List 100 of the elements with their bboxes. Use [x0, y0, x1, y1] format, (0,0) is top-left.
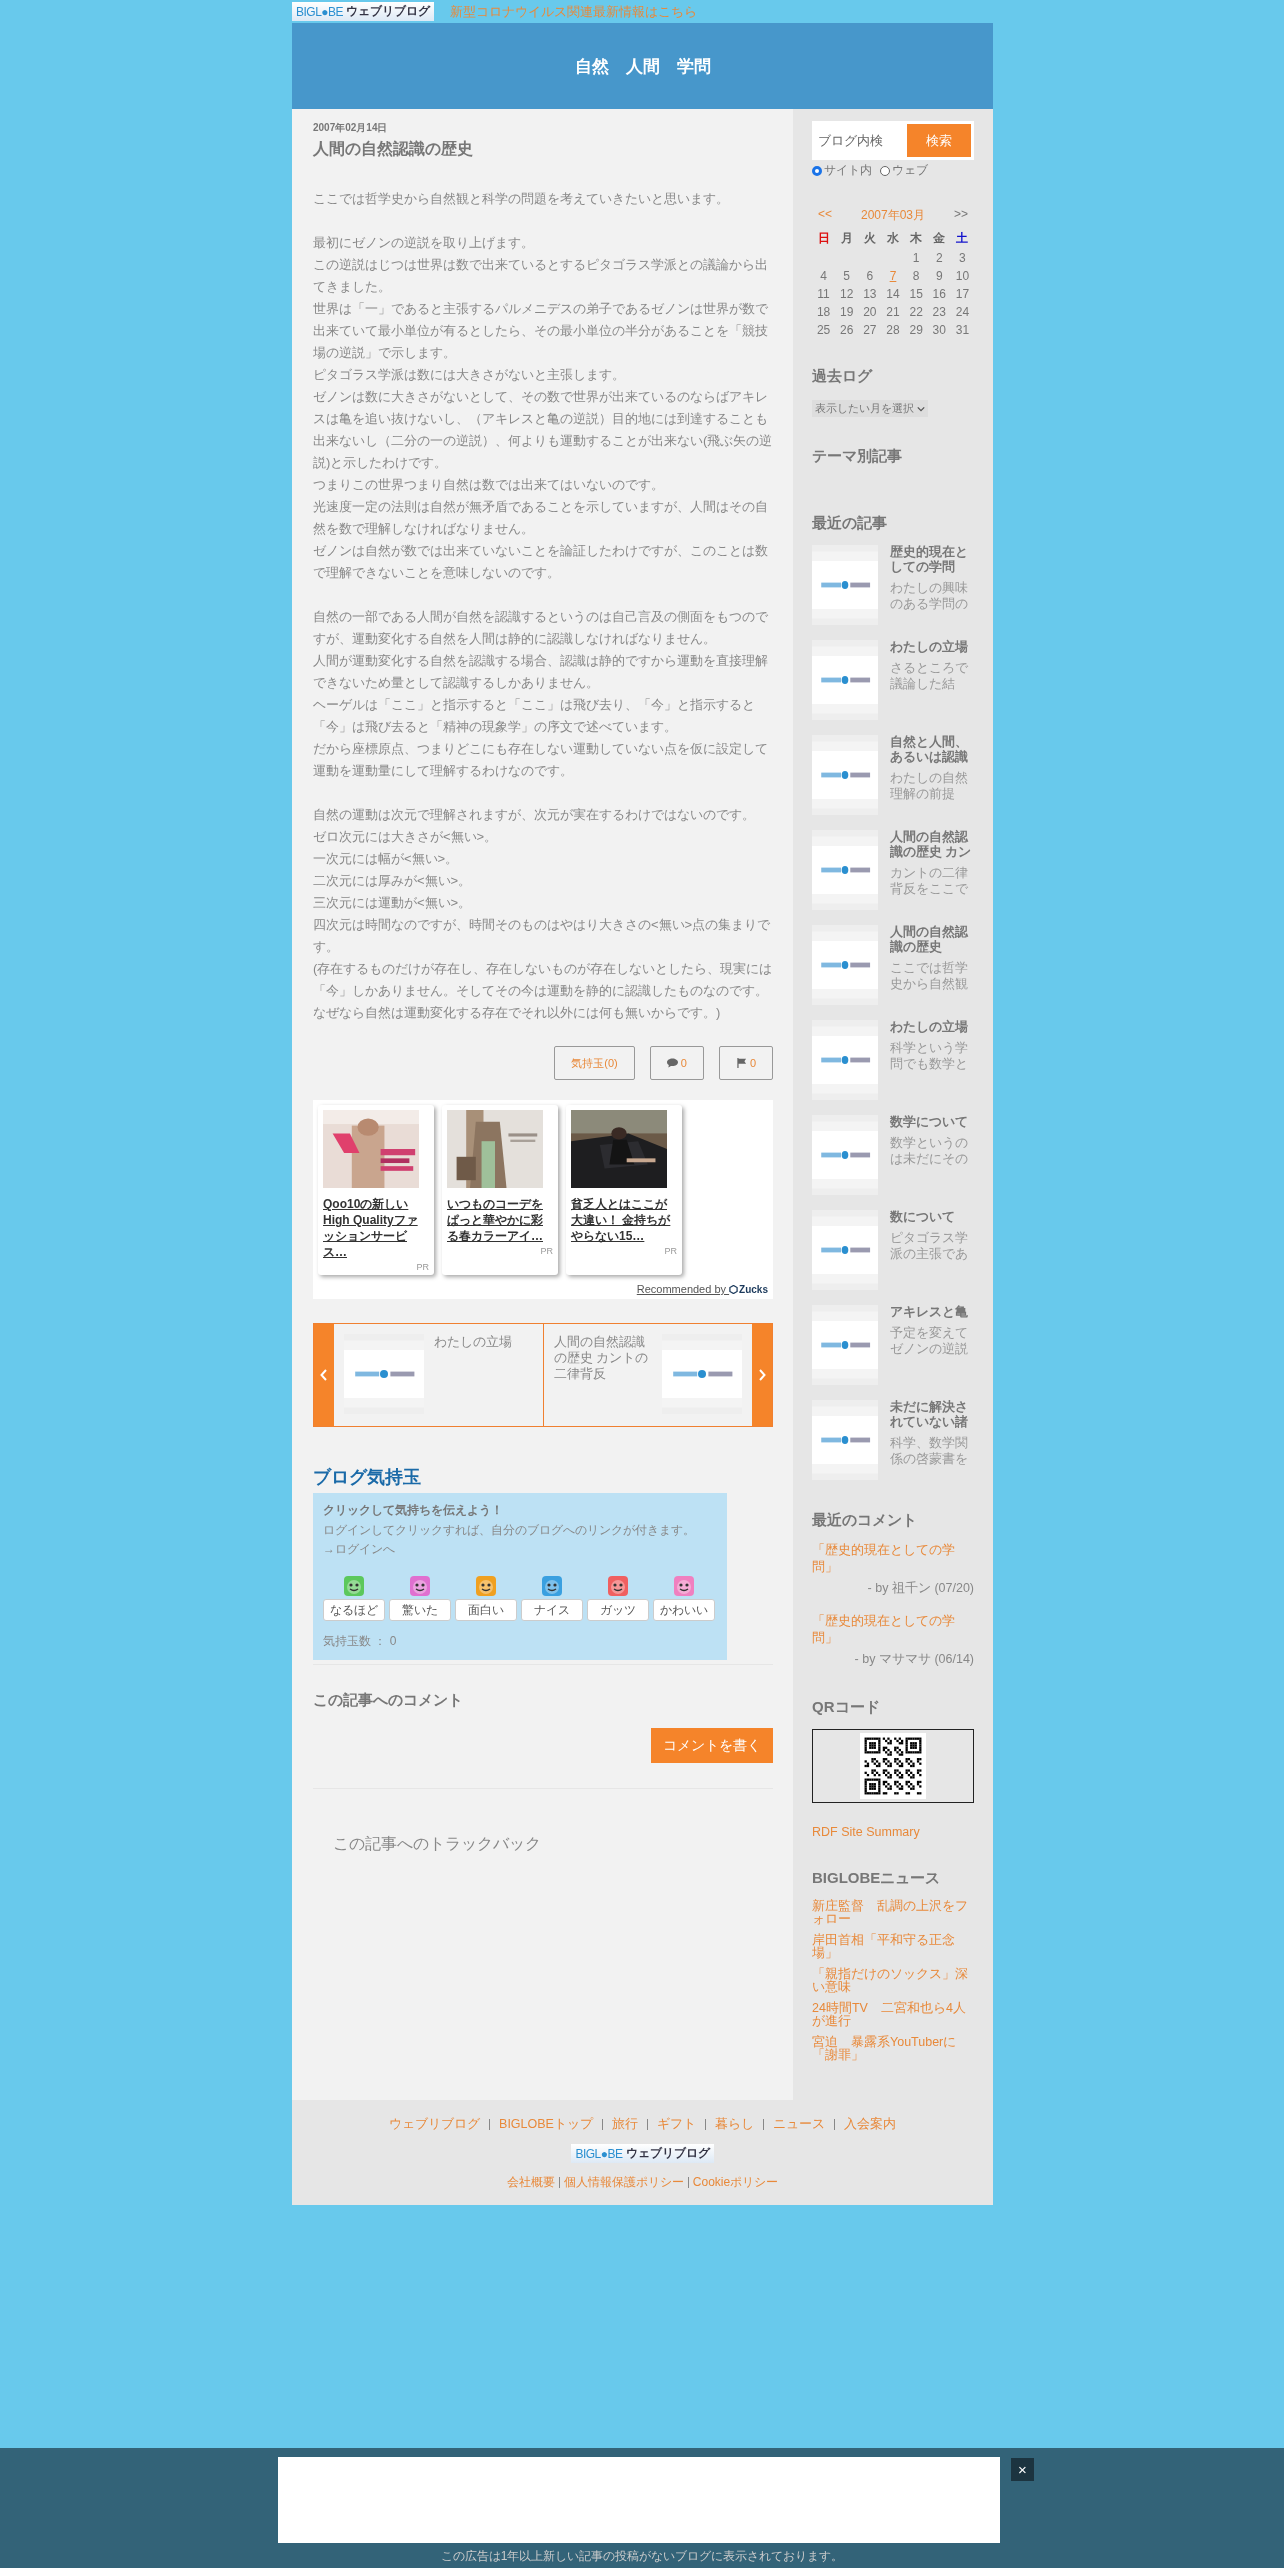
search-field[interactable]: ブログ内検 [812, 121, 904, 160]
comment-link[interactable]: 「歴史的現在としての学問」 [812, 1613, 974, 1647]
kimochi-button[interactable]: ガッツ [587, 1599, 649, 1621]
footer-link[interactable]: ウェブリブログ [380, 2116, 490, 2133]
post-link[interactable]: 自然と人間、あるいは認識 [890, 735, 972, 765]
search-button[interactable]: 検索 [904, 121, 974, 160]
calendar-day: 5 [835, 269, 859, 283]
calendar-day[interactable]: 7 [881, 269, 905, 283]
weekday-label: 日 [816, 230, 831, 247]
next-month-link[interactable]: >> [953, 207, 968, 224]
zucks-logo[interactable]: Zucks [739, 1283, 768, 1295]
previous-button[interactable] [314, 1324, 334, 1426]
post-text: ここでは哲学史から自然観と科学の問題を考えていきたいと思います。 [313, 190, 730, 208]
post-text: だから座標原点、つまりどこにも存在しない運動していない点を仮に設定して運動を運動量にして理解するわけなのです。 [313, 740, 769, 780]
calendar-day: 9 [927, 269, 951, 283]
kimochi-button[interactable]: かわいい [653, 1599, 715, 1621]
post-link[interactable]: 数学について [890, 1115, 972, 1130]
write-comment-button[interactable]: コメントを書く [651, 1728, 773, 1763]
ad-card[interactable]: Qoo10の新しいHigh Qualityファッションサービス… PR [318, 1105, 434, 1275]
news-link[interactable]: 24時間TV 二宮和也ら4人が進行 [812, 2002, 974, 2028]
post-link[interactable]: 歴史的現在としての学問 [890, 545, 972, 575]
calendar-day: 20 [858, 305, 882, 319]
login-link[interactable]: →ログインへ [323, 1541, 717, 1558]
policy-link[interactable]: 個人情報保護ポリシー [558, 2177, 688, 2188]
kimochi-button[interactable]: 驚いた [389, 1599, 451, 1621]
action-button[interactable]: 0 [649, 1046, 704, 1080]
post-text: ピタゴラス学派は数には大きさがないと主張します。 [313, 366, 626, 384]
calendar-day: 3 [950, 251, 974, 265]
post-link[interactable]: アキレスと亀 [890, 1305, 972, 1320]
ad-card[interactable]: いつものコーデをぱっと華やかに彩る春カラーアイ… PR [442, 1105, 558, 1275]
post-excerpt: 数学というのは未だにその [890, 1135, 969, 1167]
action-button[interactable]: 気持玉(0) [554, 1046, 635, 1080]
next-button[interactable] [752, 1324, 772, 1426]
recommended-link[interactable]: Recommended by [636, 1283, 730, 1295]
section-title: この記事へのコメント [313, 1691, 464, 1710]
speech-bubble-icon [666, 1058, 678, 1068]
action-button[interactable]: 0 [718, 1046, 773, 1080]
footer-link[interactable]: 入会案内 [833, 2119, 905, 2130]
calendar-day: 25 [812, 323, 836, 337]
calendar-day: 21 [881, 305, 905, 319]
ad-title[interactable]: 貧乏人とはここが大違い！ 金持ちがやらない15… [571, 1196, 677, 1244]
footer-link[interactable]: 旅行 [601, 2119, 647, 2130]
kimochi-button[interactable]: 面白い [455, 1599, 517, 1621]
post-text: 人間が運動変化する自然を認識する場合、認識は静的ですから運動を直接理解できないため量として認識するしかありません。 [313, 652, 769, 692]
post-text: ゼロ次元には大きさが<無い>。 [313, 828, 499, 846]
post-text: 二次元には厚みが<無い>。 [313, 872, 473, 890]
post-text: ヘーゲルは「ここ」と指示すると「ここ」は飛び去り、「今」と指示すると「今」は飛び去ると「精神の現象学」の序文で述べています。 [313, 696, 756, 736]
calendar-day: 28 [881, 323, 905, 337]
rss-link[interactable]: RDF Site Summary [812, 1825, 974, 1839]
scope-radio[interactable]: サイト内 [812, 162, 872, 179]
chevron-right-icon [758, 1369, 766, 1381]
footer-link[interactable]: ニュース [762, 2119, 834, 2130]
post-excerpt: ピタゴラス学派の主張であ [890, 1230, 969, 1262]
kimochi-button[interactable]: なるほど [323, 1599, 385, 1621]
post-link[interactable]: 数について [890, 1210, 972, 1225]
news-link[interactable]: 「親指だけのソックス」深い意味 [812, 1968, 974, 1994]
policy-link[interactable]: 会社概要 [502, 2174, 559, 2191]
close-button[interactable]: × [1011, 2458, 1034, 2481]
post-link[interactable]: 人間の自然認識の歴史 カン [890, 830, 972, 860]
post-link[interactable]: 人間の自然認識の歴史 [890, 925, 972, 955]
kimochi-lead: クリックして気持ちを伝えよう！ [323, 1502, 504, 1519]
news-link[interactable]: 宮迫 暴露系YouTuberに「謝罪」 [812, 2036, 974, 2062]
previous-month-link[interactable]: << [818, 207, 832, 224]
flag-icon [735, 1058, 747, 1068]
scope-radio[interactable]: ウェブ [880, 162, 928, 179]
pr-label: PR [416, 1262, 429, 1272]
calendar-day: 13 [858, 287, 882, 301]
policy-link[interactable]: Cookieポリシー [687, 2177, 783, 2188]
post-date: 2007年02月14日 [313, 121, 389, 135]
footer-link[interactable]: ギフト [646, 2119, 705, 2130]
pr-label: PR [664, 1246, 677, 1256]
post-link[interactable]: わたしの立場 [890, 640, 972, 655]
footer-logo[interactable]: BIGL●BE ウェブリブログ [571, 2144, 714, 2163]
calendar-day: 19 [835, 305, 859, 319]
news-link[interactable]: 岸田首相「平和守る正念場」 [812, 1934, 974, 1960]
blog-title[interactable]: 自然 人間 学問 [574, 54, 711, 78]
ad-title[interactable]: Qoo10の新しいHigh Qualityファッションサービス… [323, 1196, 429, 1260]
calendar-day: 24 [950, 305, 974, 319]
post-link[interactable]: わたしの立場 [890, 1020, 972, 1035]
month-select[interactable]: 表示したい月を選択 [812, 400, 928, 417]
blog-logo[interactable]: BIGL●BE ウェブリブログ [292, 2, 435, 21]
calendar-day: 16 [927, 287, 951, 301]
calendar-day: 6 [858, 269, 882, 283]
footer-link[interactable]: BIGLOBEトップ [489, 2119, 602, 2130]
post-excerpt: わたしの自然理解の前提 [890, 770, 969, 802]
ad-card[interactable]: 貧乏人とはここが大違い！ 金持ちがやらない15… PR [566, 1105, 682, 1275]
news-link[interactable]: 新庄監督 乱調の上沢をフォロー [812, 1900, 974, 1926]
kimochi-button[interactable]: ナイス [521, 1599, 583, 1621]
ad-title[interactable]: いつものコーデをぱっと華やかに彩る春カラーアイ… [447, 1196, 553, 1244]
post-text: この逆説はじつは世界は数で出来ているとするピタゴラス学派との議論から出てきました。 [313, 256, 769, 296]
post-text: 一次元には幅が<無い>。 [313, 850, 460, 868]
sidebar-heading: BIGLOBEニュース [812, 1869, 942, 1888]
weekday-label: 火 [862, 230, 877, 247]
post-text: 自然の一部である人間が自然を認識するというのは自己言及の側面をもつのですが、運動変化する自然を人間は静的に認識しなければなりません。 [313, 608, 769, 648]
footer-link[interactable]: 暮らし [704, 2119, 763, 2130]
comment-link[interactable]: 「歴史的現在としての学問」 [812, 1542, 974, 1576]
weekday-label: 月 [839, 230, 854, 247]
post-text: 最初にゼノンの逆説を取り上げます。 [313, 234, 535, 252]
hexagon-icon [729, 1284, 739, 1294]
post-link[interactable]: 未だに解決されていない諸 [890, 1400, 972, 1430]
